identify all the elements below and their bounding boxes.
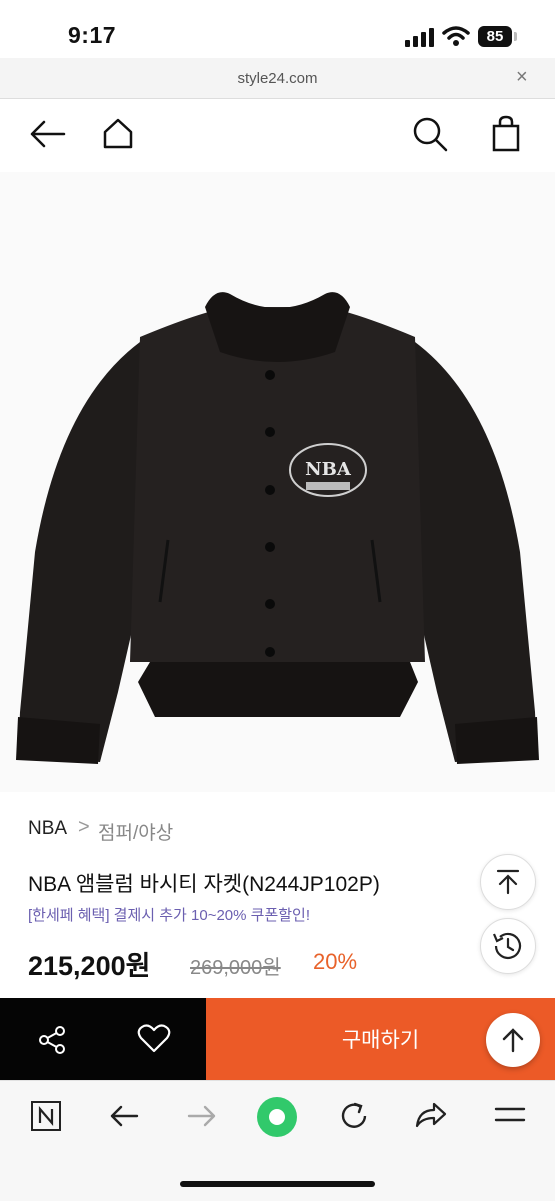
shopping-bag-icon[interactable] (484, 112, 528, 156)
history-icon (492, 932, 522, 959)
green-dot-icon[interactable] (256, 1096, 298, 1138)
back-arrow-icon[interactable] (26, 112, 70, 156)
scroll-top-icon (496, 869, 520, 895)
arrow-up-icon (502, 1028, 524, 1053)
breadcrumb-category[interactable]: 점퍼/야상 (98, 818, 173, 845)
promo-text: [한세페 혜택] 결제시 추가 10~20% 쿠폰할인! (28, 907, 311, 924)
naver-n-icon[interactable] (30, 1100, 62, 1132)
forward-icon[interactable] (186, 1102, 218, 1130)
heart-icon[interactable] (137, 1023, 171, 1055)
breadcrumb-separator: > (78, 816, 90, 838)
share-icon[interactable] (36, 1024, 68, 1056)
emblem-text: NBA (305, 459, 352, 480)
scroll-up-button[interactable] (486, 1013, 540, 1067)
scroll-top-button[interactable] (480, 854, 536, 910)
history-button[interactable] (480, 918, 536, 974)
home-icon[interactable] (96, 112, 140, 156)
menu-icon[interactable] (494, 1104, 526, 1128)
product-title: NBA 앰블럼 바시티 자켓(N244JP102P) (28, 873, 380, 896)
wifi-icon (442, 26, 470, 46)
search-icon[interactable] (408, 112, 452, 156)
signal-icon (405, 28, 434, 47)
purchase-bar-left (0, 998, 206, 1080)
home-indicator (180, 1181, 375, 1187)
battery-indicator: 85 (478, 26, 512, 47)
share-forward-icon[interactable] (414, 1100, 448, 1130)
jacket-illustration: NBA (16, 292, 539, 764)
original-price: 269,000원 (190, 957, 281, 979)
back-icon[interactable] (108, 1102, 140, 1130)
battery-tip (514, 32, 517, 41)
close-icon[interactable]: × (516, 66, 528, 89)
refresh-icon[interactable] (338, 1100, 370, 1132)
discount-rate: 20% (313, 949, 358, 974)
breadcrumb-brand[interactable]: NBA (28, 818, 67, 840)
sale-price: 215,200원 (28, 951, 151, 981)
status-time: 9:17 (68, 22, 117, 48)
url-text[interactable]: style24.com (0, 70, 555, 87)
product-image[interactable]: NBA (0, 172, 555, 792)
